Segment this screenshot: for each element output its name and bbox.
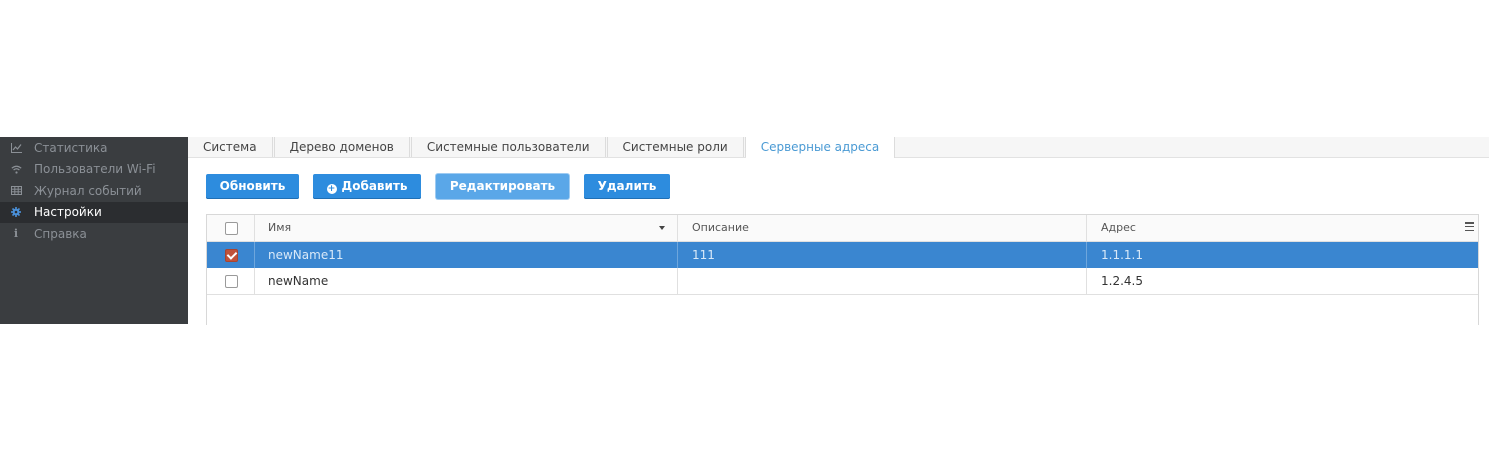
column-header-label: Адрес [1101, 221, 1136, 234]
edit-button-label: Редактировать [449, 179, 556, 193]
row-checkbox[interactable] [225, 275, 238, 288]
column-header-description[interactable]: Описание [679, 215, 1087, 241]
table-icon [10, 186, 22, 196]
add-button-label: Добавить [341, 179, 408, 193]
sidebar: Статистика Пользователи Wi-Fi Журнал соб… [0, 137, 188, 324]
sidebar-item-settings[interactable]: Настройки [0, 201, 188, 223]
table-header: Имя Описание Адрес [207, 215, 1478, 242]
cell-address: 1.2.4.5 [1101, 274, 1143, 288]
sidebar-item-statistics[interactable]: Статистика [0, 137, 188, 159]
cell-description: 111 [679, 242, 1087, 268]
wifi-icon [10, 165, 22, 174]
info-icon: i [13, 227, 19, 241]
cell-name: newName [255, 268, 678, 294]
column-header-name[interactable]: Имя [255, 215, 678, 241]
column-header-label: Описание [692, 221, 749, 234]
sidebar-item-event-log[interactable]: Журнал событий [0, 180, 188, 202]
sidebar-item-label: Журнал событий [34, 183, 142, 198]
add-button[interactable]: + Добавить [313, 174, 421, 199]
delete-button-label: Удалить [597, 179, 657, 193]
select-all-checkbox[interactable] [225, 222, 238, 235]
tab-system[interactable]: Система [188, 137, 275, 157]
tab-system-users[interactable]: Системные пользователи [411, 137, 608, 157]
app-window: Статистика Пользователи Wi-Fi Журнал соб… [0, 137, 1489, 325]
column-header-address[interactable]: Адрес [1088, 215, 1478, 241]
table-row[interactable]: newName 1.2.4.5 [207, 268, 1478, 295]
sidebar-item-label: Справка [34, 226, 87, 241]
edit-button[interactable]: Редактировать [436, 174, 569, 199]
cell-name: newName11 [255, 242, 678, 268]
sidebar-item-help[interactable]: i Справка [0, 223, 188, 245]
sidebar-item-label: Статистика [34, 140, 108, 155]
tab-domain-tree[interactable]: Дерево доменов [274, 137, 412, 157]
sidebar-item-label: Настройки [34, 205, 102, 220]
sidebar-item-wifi-users[interactable]: Пользователи Wi-Fi [0, 159, 188, 181]
row-checkbox[interactable] [225, 249, 238, 262]
columns-menu-icon[interactable] [1465, 222, 1474, 232]
main-panel: Система Дерево доменов Системные пользов… [188, 137, 1489, 325]
table-row[interactable]: newName11 111 1.1.1.1 [207, 242, 1478, 268]
chart-line-icon [10, 142, 22, 153]
tab-bar: Система Дерево доменов Системные пользов… [188, 137, 1489, 158]
cell-description [679, 268, 1087, 294]
row-checkbox-cell [207, 242, 255, 268]
tab-system-roles[interactable]: Системные роли [607, 137, 746, 157]
refresh-button[interactable]: Обновить [206, 174, 299, 199]
server-addresses-table: Имя Описание Адрес newName11 111 1.1.1.1 [206, 214, 1479, 325]
gear-icon [10, 207, 22, 218]
sidebar-item-label: Пользователи Wi-Fi [34, 162, 156, 177]
sort-caret-icon[interactable] [659, 226, 665, 230]
column-header-label: Имя [268, 221, 292, 234]
tab-server-addresses[interactable]: Серверные адреса [745, 137, 896, 158]
header-checkbox-cell [207, 215, 255, 241]
cell-address: 1.1.1.1 [1101, 248, 1143, 262]
refresh-button-label: Обновить [219, 179, 286, 193]
plus-circle-icon: + [326, 184, 337, 194]
row-checkbox-cell [207, 268, 255, 294]
delete-button[interactable]: Удалить [584, 174, 670, 199]
